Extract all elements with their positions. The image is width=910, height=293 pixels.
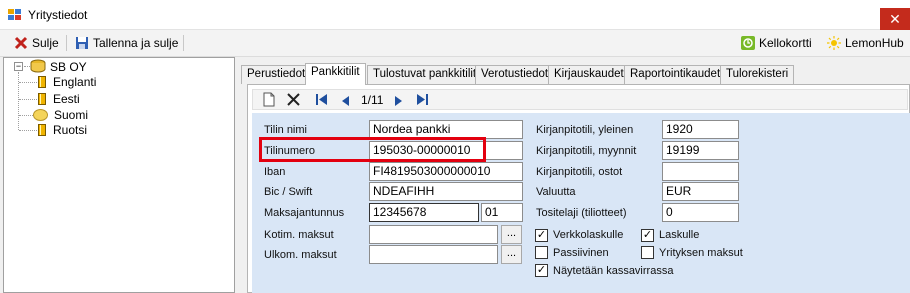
close-button[interactable]: Sulje bbox=[14, 34, 59, 52]
verkkolaskulle-label: Verkkolaskulle bbox=[553, 229, 624, 241]
label-tilin-nimi: Tilin nimi bbox=[264, 124, 307, 136]
kotim-maksut-browse-button[interactable]: ... bbox=[501, 225, 522, 244]
save-floppy-icon bbox=[75, 36, 89, 50]
tab-perustiedot[interactable]: Perustiedot bbox=[241, 65, 312, 84]
label-kirjanpitotili-yleinen: Kirjanpitotili, yleinen bbox=[536, 124, 634, 136]
save-and-close-label: Tallenna ja sulje bbox=[93, 36, 179, 50]
window-title: Yritystiedot bbox=[28, 8, 88, 22]
suomi-coin-icon bbox=[33, 109, 48, 121]
ulkom-maksut-browse-button[interactable]: ... bbox=[501, 245, 522, 264]
tab-tulorekisteri[interactable]: Tulorekisteri bbox=[720, 65, 795, 84]
tree-line bbox=[19, 82, 37, 83]
label-tilinumero: Tilinumero bbox=[264, 145, 315, 157]
tree-line bbox=[19, 115, 33, 116]
kellokortti-icon bbox=[741, 36, 755, 50]
tree-line bbox=[19, 130, 37, 131]
record-navigator: 1/11 bbox=[252, 89, 908, 110]
maksajantunnus-field[interactable]: 12345678 bbox=[369, 203, 479, 222]
tilin-nimi-field[interactable]: Nordea pankki bbox=[369, 120, 523, 139]
tree-expander-icon[interactable]: − bbox=[14, 62, 23, 71]
title-bar: Yritystiedot ✕ bbox=[0, 0, 910, 30]
kirjanpitotili-ostot-field[interactable] bbox=[662, 162, 739, 181]
last-record-icon[interactable] bbox=[417, 94, 428, 108]
kirjanpitotili-myynnit-field[interactable]: 19199 bbox=[662, 141, 739, 160]
toolbar-separator bbox=[66, 35, 67, 51]
verkkolaskulle-checkbox[interactable]: ✓ bbox=[535, 229, 548, 242]
yrityksen-maksut-checkbox[interactable] bbox=[641, 246, 654, 259]
save-and-close-button[interactable]: Tallenna ja sulje bbox=[75, 34, 178, 52]
passiivinen-checkbox[interactable] bbox=[535, 246, 548, 259]
ulkom-maksut-field[interactable] bbox=[369, 245, 498, 264]
app-icon bbox=[8, 9, 22, 21]
tositelaji-field[interactable]: 0 bbox=[662, 203, 739, 222]
tree-item-englanti[interactable]: Englanti bbox=[38, 74, 96, 90]
tree-root-label: SB OY bbox=[50, 60, 87, 74]
label-ulkom-maksut: Ulkom. maksut bbox=[264, 249, 337, 261]
next-record-icon[interactable] bbox=[395, 95, 402, 109]
lemonhub-button[interactable]: LemonHub bbox=[827, 34, 904, 52]
yrityksen-maksut-label: Yrityksen maksut bbox=[659, 247, 743, 259]
first-record-icon[interactable] bbox=[316, 94, 327, 108]
tree-item-suomi[interactable]: Suomi bbox=[33, 107, 88, 123]
tree-item-label: Suomi bbox=[54, 108, 89, 122]
maksajantunnus-suffix-field[interactable]: 01 bbox=[481, 203, 523, 222]
tree-line bbox=[19, 99, 37, 100]
label-tositelaji: Tositelaji (tiliotteet) bbox=[536, 207, 627, 219]
company-tree[interactable]: − SB OY Englanti Eesti Suomi Ruotsi bbox=[3, 57, 235, 293]
label-kotim-maksut: Kotim. maksut bbox=[264, 229, 334, 241]
record-position: 1/11 bbox=[361, 93, 384, 107]
tree-item-ruotsi[interactable]: Ruotsi bbox=[38, 122, 87, 138]
book-icon bbox=[38, 93, 46, 105]
tree-line bbox=[18, 72, 19, 130]
kellokortti-button[interactable]: Kellokortti bbox=[741, 34, 812, 52]
laskulle-checkbox[interactable]: ✓ bbox=[641, 229, 654, 242]
tab-tulostuvat-pankkitilit[interactable]: Tulostuvat pankkitilit bbox=[367, 65, 483, 84]
label-bic: Bic / Swift bbox=[264, 186, 313, 198]
label-maksajantunnus: Maksajantunnus bbox=[264, 207, 345, 219]
kassavirta-label: Näytetään kassavirrassa bbox=[553, 265, 674, 277]
new-record-icon[interactable] bbox=[263, 92, 275, 110]
label-valuutta: Valuutta bbox=[536, 186, 576, 198]
passiivinen-label: Passiivinen bbox=[553, 247, 609, 259]
lemonhub-label: LemonHub bbox=[845, 36, 904, 50]
kotim-maksut-field[interactable] bbox=[369, 225, 498, 244]
sun-icon bbox=[827, 36, 841, 50]
delete-record-icon[interactable] bbox=[287, 93, 300, 109]
laskulle-label: Laskulle bbox=[659, 229, 700, 241]
checkmark-icon: ✓ bbox=[642, 229, 653, 241]
tree-item-eesti[interactable]: Eesti bbox=[38, 91, 80, 107]
tab-kirjauskaudet[interactable]: Kirjauskaudet bbox=[548, 65, 630, 84]
company-db-icon bbox=[30, 59, 46, 76]
book-icon bbox=[38, 76, 46, 88]
tab-verotustiedot[interactable]: Verotustiedot bbox=[475, 65, 555, 84]
main-toolbar: Sulje Tallenna ja sulje Kellokortti Lemo… bbox=[0, 30, 910, 57]
tab-raportointikaudet[interactable]: Raportointikaudet bbox=[624, 65, 727, 84]
toolbar-separator bbox=[183, 35, 184, 51]
close-button-label: Sulje bbox=[32, 36, 59, 50]
tree-item-label: Eesti bbox=[53, 92, 80, 106]
close-x-icon bbox=[14, 36, 28, 50]
window-close-button[interactable]: ✕ bbox=[880, 8, 910, 30]
label-iban: Iban bbox=[264, 166, 286, 178]
iban-field[interactable]: FI4819503000000010 bbox=[369, 162, 523, 181]
checkmark-icon: ✓ bbox=[536, 264, 547, 276]
kellokortti-label: Kellokortti bbox=[759, 36, 812, 50]
bic-field[interactable]: NDEAFIHH bbox=[369, 182, 523, 201]
tilinumero-field[interactable]: 195030-00000010 bbox=[369, 141, 523, 160]
tree-item-label: Englanti bbox=[53, 75, 97, 89]
label-kirjanpitotili-ostot: Kirjanpitotili, ostot bbox=[536, 166, 623, 178]
checkmark-icon: ✓ bbox=[536, 229, 547, 241]
valuutta-field[interactable]: EUR bbox=[662, 182, 739, 201]
book-icon bbox=[38, 124, 46, 136]
label-kirjanpitotili-myynnit: Kirjanpitotili, myynnit bbox=[536, 145, 637, 157]
tab-pankkitilit[interactable]: Pankkitilit bbox=[305, 63, 366, 85]
tree-item-root[interactable]: SB OY bbox=[30, 59, 87, 75]
kassavirta-checkbox[interactable]: ✓ bbox=[535, 264, 548, 277]
previous-record-icon[interactable] bbox=[342, 95, 349, 109]
tree-item-label: Ruotsi bbox=[53, 123, 88, 137]
kirjanpitotili-yleinen-field[interactable]: 1920 bbox=[662, 120, 739, 139]
